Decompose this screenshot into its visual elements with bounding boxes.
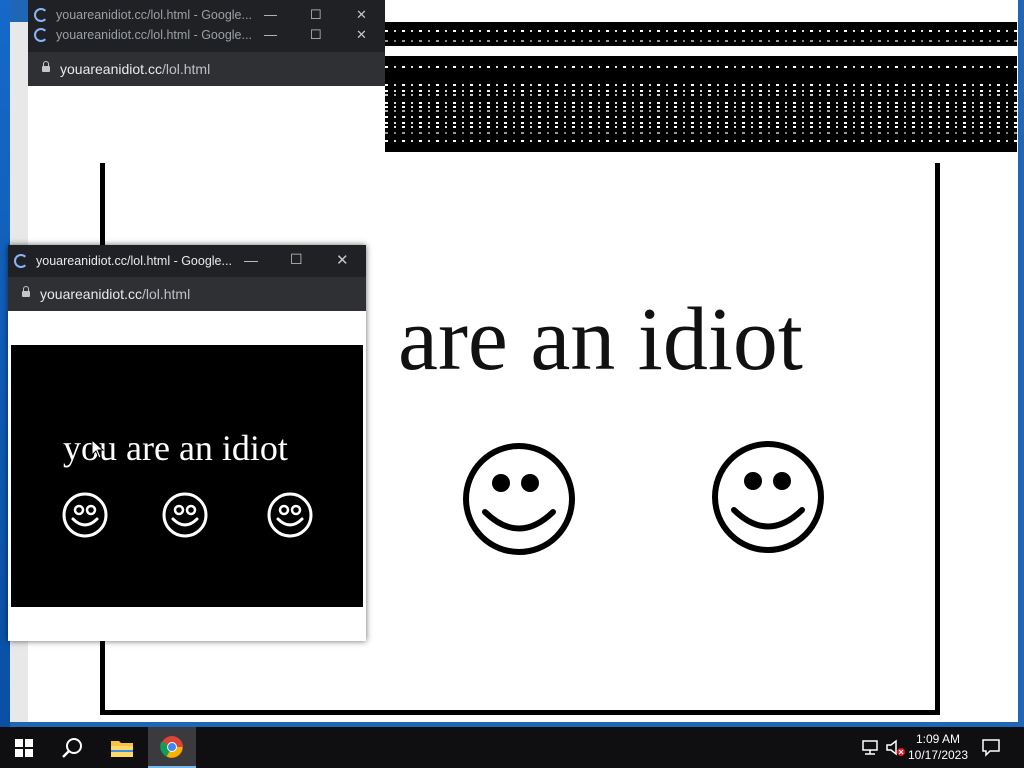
smiley-icon — [162, 492, 208, 538]
window-title: youareanidiot.cc/lol.html - Google... — [56, 28, 252, 42]
minimize-icon[interactable]: — — [244, 252, 258, 268]
smiley-icon — [62, 492, 108, 538]
clock-time: 1:09 AM — [915, 732, 961, 746]
close-icon[interactable]: ✕ — [356, 27, 367, 43]
taskbar: 1:09 AM 10/17/2023 — [0, 727, 1024, 768]
minimize-icon[interactable]: — — [264, 27, 277, 42]
clock-date: 10/17/2023 — [907, 748, 969, 762]
window-titlebar[interactable]: youareanidiot.cc/lol.html - Google... — … — [8, 245, 366, 277]
address-bar[interactable]: youareanidiot.cc/lol.html — [8, 277, 366, 311]
lock-icon — [22, 286, 30, 297]
smiley-icon — [463, 443, 575, 555]
url-host: youareanidiot.cc — [60, 61, 162, 77]
lock-icon — [42, 61, 50, 72]
smiley-icon — [267, 492, 313, 538]
chrome-icon — [160, 735, 183, 758]
minimize-icon[interactable]: — — [264, 7, 277, 22]
url-path: /lol.html — [161, 61, 211, 77]
chrome-taskbar-button[interactable] — [148, 727, 196, 768]
loading-spinner-icon — [34, 28, 48, 42]
maximize-icon[interactable]: ☐ — [310, 7, 322, 23]
search-icon — [62, 737, 82, 758]
page-message: are an idiot — [398, 290, 803, 389]
maximize-icon[interactable]: ☐ — [310, 27, 322, 43]
popup-browser-window[interactable]: youareanidiot.cc/lol.html - Google... — … — [8, 245, 366, 641]
url-host: youareanidiot.cc — [40, 286, 142, 302]
file-explorer-button[interactable] — [98, 727, 146, 768]
network-icon[interactable] — [862, 740, 880, 756]
close-icon[interactable]: ✕ — [356, 7, 367, 23]
system-clock[interactable]: 1:09 AM 10/17/2023 — [906, 731, 970, 763]
window-titlebar[interactable]: youareanidiot.cc/lol.html - Google... — [28, 5, 385, 25]
window-titlebar[interactable]: youareanidiot.cc/lol.html - Google... — [28, 25, 385, 45]
close-icon[interactable]: ✕ — [336, 251, 349, 269]
search-button[interactable] — [48, 727, 96, 768]
start-button[interactable] — [0, 727, 48, 768]
volume-muted-icon[interactable] — [886, 739, 906, 757]
glitch-render-area — [385, 22, 1017, 152]
address-bar[interactable]: youareanidiot.cc/lol.html — [28, 52, 385, 86]
url-path: /lol.html — [141, 286, 191, 302]
maximize-icon[interactable]: ☐ — [290, 251, 303, 268]
smiley-icon — [712, 441, 824, 553]
loading-spinner-icon — [34, 8, 48, 22]
window-title: youareanidiot.cc/lol.html - Google... — [36, 254, 232, 268]
loading-spinner-icon — [14, 254, 28, 268]
notifications-icon[interactable] — [982, 739, 1000, 757]
window-title: youareanidiot.cc/lol.html - Google... — [56, 8, 252, 22]
page-content: you are an idiot — [11, 345, 363, 607]
folder-icon — [111, 740, 133, 757]
mouse-cursor-icon — [91, 439, 105, 459]
windows-logo-icon — [15, 738, 33, 757]
